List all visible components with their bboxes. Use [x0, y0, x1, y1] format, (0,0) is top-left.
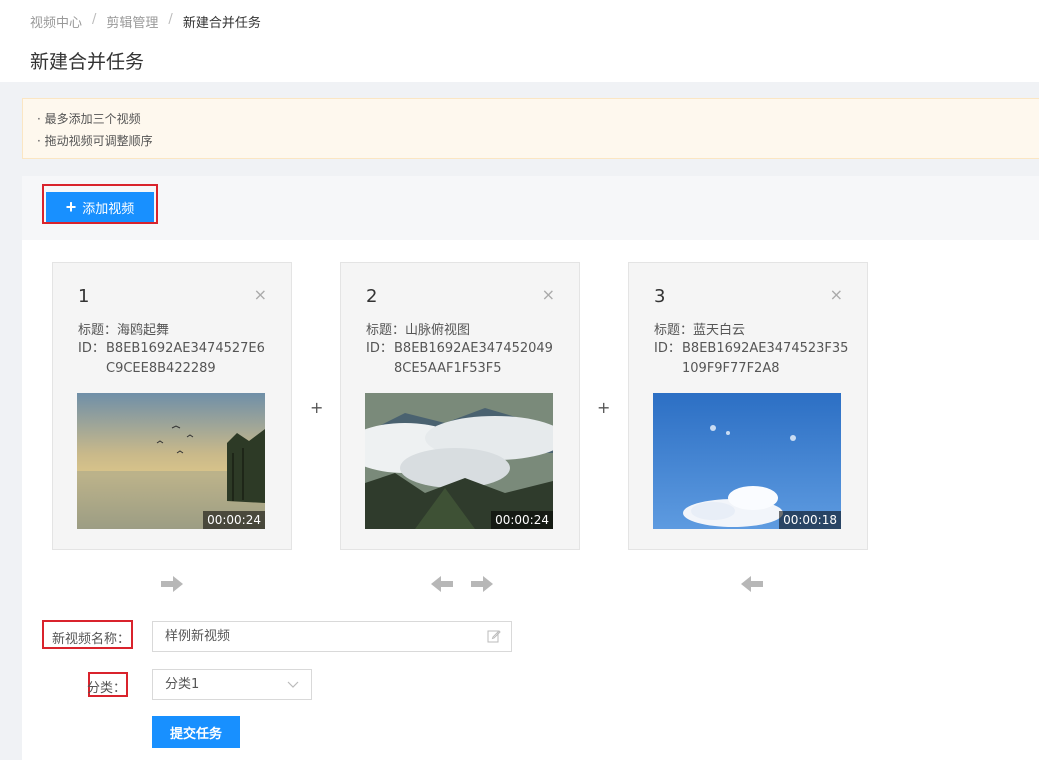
breadcrumb: 视频中心 / 剪辑管理 / 新建合并任务: [30, 12, 261, 31]
move-right-icon[interactable]: [159, 575, 185, 593]
video-title: 标题：蓝天白云: [654, 323, 746, 338]
video-id: ID： B8EB1692AE3474520498CE5AAF1F53F5: [366, 339, 561, 379]
name-label: 新视频名称：: [51, 632, 130, 647]
breadcrumb-item-edit-management[interactable]: 剪辑管理: [106, 12, 158, 31]
close-icon[interactable]: ×: [542, 285, 555, 304]
notice-line-max-videos: · 最多添加三个视频: [37, 112, 141, 126]
join-plus-1: +: [310, 398, 324, 417]
add-video-button[interactable]: + 添加视频: [46, 192, 154, 222]
video-index: 3: [654, 286, 666, 307]
move-left-icon[interactable]: [429, 575, 455, 593]
add-video-label: 添加视频: [82, 200, 135, 216]
video-id-value: B8EB1692AE3474520498CE5AAF1F53F5: [394, 341, 553, 376]
join-plus-2: +: [597, 398, 611, 417]
video-index: 2: [366, 286, 378, 307]
category-select-value: 分类1: [165, 677, 200, 692]
notice-banner: · 最多添加三个视频 · 拖动视频可调整顺序: [22, 98, 1039, 159]
name-input-value: 样例新视频: [165, 629, 231, 644]
page-title: 新建合并任务: [30, 51, 145, 73]
video-id-value: B8EB1692AE3474523F35109F9F77F2A8: [682, 341, 849, 376]
video-id-label: ID：: [366, 341, 393, 356]
video-title: 标题：海鸥起舞: [78, 323, 170, 338]
video-duration: 00:00:24: [491, 511, 553, 529]
blue-sky-image: [653, 393, 841, 529]
video-card-3[interactable]: 3 × 标题：蓝天白云 ID： B8EB1692AE3474523F35109F…: [628, 262, 868, 550]
breadcrumb-item-video-center[interactable]: 视频中心: [30, 12, 82, 31]
video-duration: 00:00:18: [779, 511, 841, 529]
video-thumbnail[interactable]: 00:00:18: [653, 393, 841, 529]
category-select[interactable]: 分类1: [152, 669, 312, 700]
chevron-down-icon: [287, 681, 299, 688]
edit-icon[interactable]: [487, 629, 501, 643]
mountain-clouds-image: [365, 393, 553, 529]
close-icon[interactable]: ×: [254, 285, 267, 304]
video-duration: 00:00:24: [203, 511, 265, 529]
video-id: ID： B8EB1692AE3474527E6C9CEE8B422289: [78, 339, 273, 379]
video-id-label: ID：: [654, 341, 681, 356]
video-id: ID： B8EB1692AE3474523F35109F9F77F2A8: [654, 339, 849, 379]
video-id-label: ID：: [78, 341, 105, 356]
notice-line-drag-order: · 拖动视频可调整顺序: [37, 134, 153, 148]
plus-icon: +: [65, 197, 77, 217]
toolbar: [22, 176, 1039, 240]
move-right-icon[interactable]: [469, 575, 495, 593]
video-index: 1: [78, 286, 90, 307]
breadcrumb-separator: /: [92, 12, 97, 27]
new-video-name-input[interactable]: 样例新视频: [152, 621, 512, 652]
video-id-value: B8EB1692AE3474527E6C9CEE8B422289: [106, 341, 265, 376]
breadcrumb-separator: /: [168, 12, 173, 27]
move-left-icon[interactable]: [739, 575, 765, 593]
video-title: 标题：山脉俯视图: [366, 323, 471, 338]
video-thumbnail[interactable]: 00:00:24: [77, 393, 265, 529]
breadcrumb-current: 新建合并任务: [182, 16, 261, 31]
video-card-2[interactable]: 2 × 标题：山脉俯视图 ID： B8EB1692AE3474520498CE5…: [340, 262, 580, 550]
seagull-sunset-image: [77, 393, 265, 529]
category-label: 分类：: [86, 681, 126, 696]
video-card-1[interactable]: 1 × 标题：海鸥起舞 ID： B8EB1692AE3474527E6C9CEE…: [52, 262, 292, 550]
submit-task-button[interactable]: 提交任务: [152, 716, 240, 748]
close-icon[interactable]: ×: [830, 285, 843, 304]
video-thumbnail[interactable]: 00:00:24: [365, 393, 553, 529]
